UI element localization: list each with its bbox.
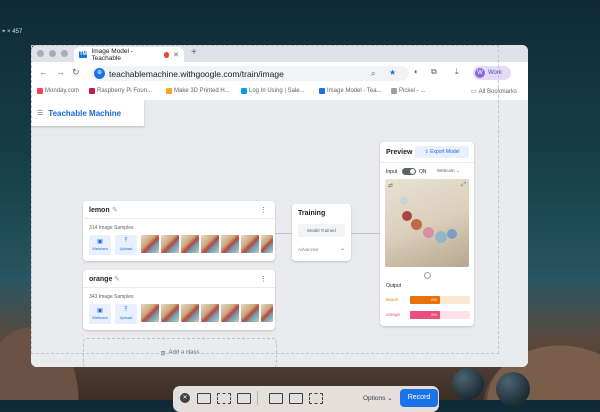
desktop-decoration [496, 372, 530, 406]
capture-window-icon[interactable] [217, 393, 231, 404]
record-selection-icon[interactable] [309, 393, 323, 404]
close-icon[interactable]: ✕ [180, 393, 190, 403]
record-window-icon[interactable] [289, 393, 303, 404]
capture-selection-icon[interactable] [237, 393, 251, 404]
options-menu[interactable]: Options ⌄ [363, 394, 393, 402]
capture-screen-icon[interactable] [197, 393, 211, 404]
cursor-coordinates: ⌖ × 457 [2, 29, 23, 35]
screen-recorder-toolbar: ✕ Options ⌄ Record [173, 386, 439, 412]
options-label: Options [363, 395, 386, 402]
desktop-decoration [452, 368, 484, 400]
capture-region[interactable] [31, 45, 499, 354]
divider [257, 391, 258, 405]
record-button[interactable]: Record [400, 389, 438, 407]
record-screen-icon[interactable] [269, 393, 283, 404]
